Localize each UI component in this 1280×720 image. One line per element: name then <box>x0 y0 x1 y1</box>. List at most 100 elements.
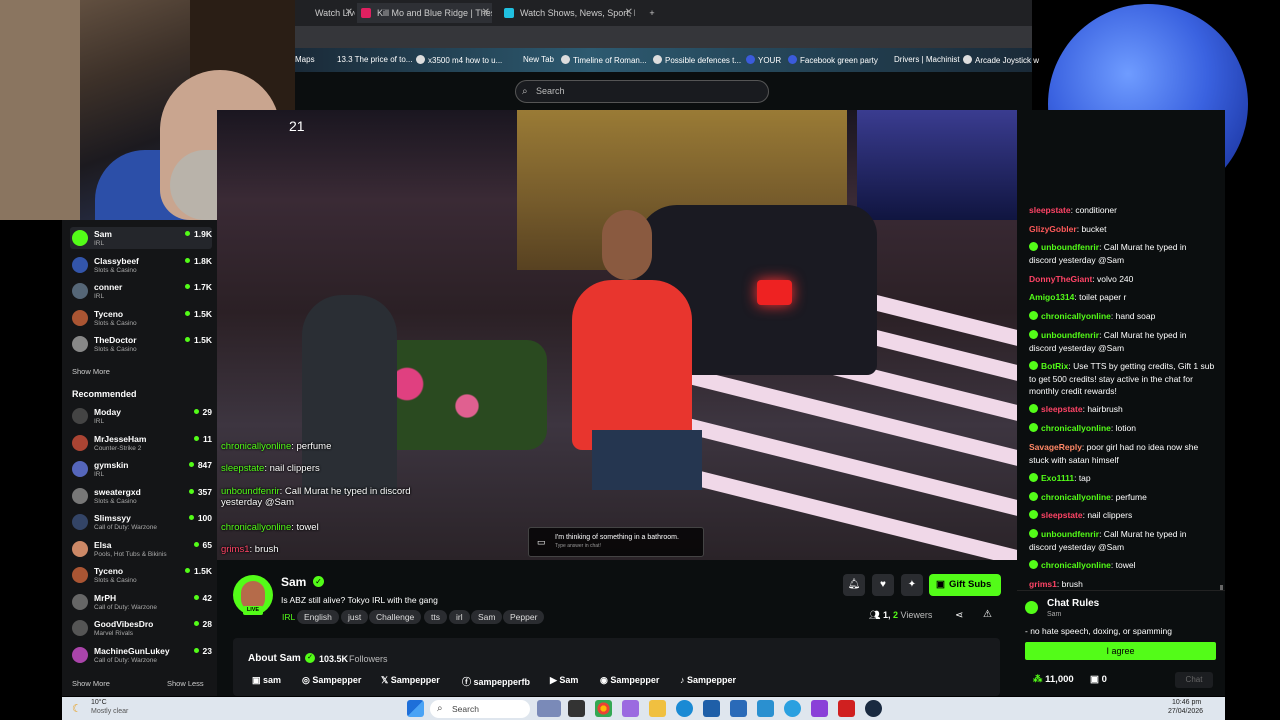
edge-icon[interactable] <box>676 700 693 717</box>
social-link-discord[interactable]: ◉ Sampepper <box>600 675 659 686</box>
stream-tag[interactable]: tts <box>424 610 447 624</box>
sidebar-channel[interactable]: Tyceno Slots & Casino 1.5K <box>70 564 212 586</box>
taskbar-search-input[interactable]: ⌕ Search <box>430 700 530 718</box>
mail-icon[interactable] <box>703 700 720 717</box>
weather-temp[interactable]: 10°C <box>91 699 107 706</box>
chat-username[interactable]: Amigo1314 <box>1029 292 1074 302</box>
channel-points[interactable]: ⁂ 11,000 <box>1033 674 1074 685</box>
close-icon[interactable]: ✕ <box>482 3 490 23</box>
sidebar-channel[interactable]: GoodVibesDro Marvel Rivals 28 <box>70 617 212 639</box>
chat-username[interactable]: unboundfenrir <box>1041 529 1099 539</box>
chrome-icon[interactable] <box>595 700 612 717</box>
bookmark-item[interactable]: Timeline of Roman... <box>561 55 647 65</box>
sidebar-channel[interactable]: MrPH Call of Duty: Warzone 42 <box>70 591 212 613</box>
badge-icon <box>1029 473 1038 482</box>
social-link-instagram[interactable]: ◎ Sampepper <box>302 675 361 686</box>
steam-icon[interactable] <box>865 700 882 717</box>
social-link-kick[interactable]: ▣ sam <box>252 675 281 686</box>
sidebar-channel[interactable]: Elsa Pools, Hot Tubs & Bikinis 65 <box>70 538 212 560</box>
chat-username[interactable]: chronicallyonline <box>1041 423 1111 433</box>
sidebar-channel[interactable]: sweatergxd Slots & Casino 357 <box>70 485 212 507</box>
chat-username[interactable]: unboundfenrir <box>1041 242 1099 252</box>
bookmark-item[interactable]: New Tab <box>523 55 554 64</box>
channel-name: TheDoctor <box>94 335 137 345</box>
social-link-tiktok[interactable]: ♪ Sampepper <box>680 675 736 685</box>
bookmark-item[interactable]: Facebook green party <box>788 55 878 65</box>
show-more-button[interactable]: Show More <box>72 367 110 376</box>
bookmark-item[interactable]: 13.3 The price of to... <box>337 55 412 64</box>
weather-desc[interactable]: Mostly clear <box>91 708 128 715</box>
bookmark-item[interactable]: Arcade Joystick w <box>963 55 1039 65</box>
chat-username[interactable]: chronicallyonline <box>1041 492 1111 502</box>
gift-subs-button[interactable]: ▣ Gift Subs <box>929 574 1001 596</box>
stream-tag[interactable]: irl <box>449 610 470 624</box>
show-more-button[interactable]: Show More <box>72 679 110 688</box>
chat-username[interactable]: sleepstate <box>1029 205 1071 215</box>
bookmark-item[interactable]: Drivers | Machinist <box>894 55 960 64</box>
chat-username[interactable]: GlizyGobler <box>1029 224 1077 234</box>
streamer-name[interactable]: Sam <box>281 575 306 589</box>
agree-button[interactable]: I agree <box>1025 642 1216 660</box>
sidebar-channel[interactable]: MachineGunLukey Call of Duty: Warzone 23 <box>70 644 212 666</box>
share-icon[interactable]: ⋖ <box>955 610 963 621</box>
bookmark-item[interactable]: x3500 m4 how to u... <box>416 55 502 65</box>
bookmark-item[interactable]: YOUR <box>746 55 781 65</box>
chat-username[interactable]: chronicallyonline <box>1041 560 1111 570</box>
chat-username[interactable]: DonnyTheGiant <box>1029 274 1092 284</box>
search-input[interactable]: ⌕ Search <box>515 80 769 103</box>
chat-username[interactable]: chronicallyonline <box>1041 311 1111 321</box>
social-link-facebook[interactable]: ⓕ sampepperfb <box>462 675 530 688</box>
chat-username[interactable]: unboundfenrir <box>1041 330 1099 340</box>
address-bar[interactable] <box>295 26 1032 48</box>
social-link-youtube[interactable]: ▶ Sam <box>550 675 578 686</box>
sidebar-channel[interactable]: Sam IRL 1.9K <box>70 227 212 249</box>
browser-tab[interactable]: Kill Mo and Blue Ridge | These ✕ <box>357 3 492 23</box>
clip-icon[interactable]: ✦ <box>901 574 923 596</box>
notification-bell-icon[interactable]: 🔔︎ <box>843 574 865 596</box>
chat-username[interactable]: Exo1111 <box>1041 473 1074 483</box>
store-icon[interactable] <box>730 700 747 717</box>
report-icon[interactable]: ⚠ <box>983 609 992 620</box>
chat-username[interactable]: BotRix <box>1041 361 1068 371</box>
stream-tag[interactable]: Challenge <box>369 610 422 624</box>
follow-heart-icon[interactable]: ♥ <box>872 574 894 596</box>
chat-username[interactable]: sleepstate <box>1041 510 1083 520</box>
clock-time[interactable]: 10:46 pm <box>1172 699 1201 706</box>
app-icon[interactable] <box>838 700 855 717</box>
stream-tag[interactable]: Pepper <box>503 610 545 624</box>
close-icon[interactable]: ✕ <box>345 3 353 23</box>
sidebar-channel[interactable]: conner IRL 1.7K <box>70 280 212 302</box>
stream-tag[interactable]: English <box>297 610 339 624</box>
chat-send-button[interactable]: Chat <box>1175 672 1213 688</box>
browser-tab[interactable]: Watch Live on✕ <box>295 3 355 23</box>
file-explorer-icon[interactable] <box>649 700 666 717</box>
app-icon[interactable] <box>622 700 639 717</box>
close-icon[interactable]: ✕ <box>625 3 633 23</box>
windows-start-icon[interactable] <box>407 700 424 717</box>
task-view-icon[interactable] <box>568 700 585 717</box>
bookmark-item[interactable]: Maps <box>295 55 315 64</box>
clock-date[interactable]: 27/04/2026 <box>1168 708 1203 715</box>
social-link-x[interactable]: 𝕏 Sampepper <box>381 675 440 686</box>
sidebar-channel[interactable]: Slimssyy Call of Duty: Warzone 100 <box>70 511 212 533</box>
sidebar-channel[interactable]: TheDoctor Slots & Casino 1.5K <box>70 333 212 355</box>
chat-username[interactable]: SavageReply <box>1029 442 1082 452</box>
telegram-icon[interactable] <box>784 700 801 717</box>
new-tab-button[interactable]: + <box>644 3 660 23</box>
sidebar-channel[interactable]: Moday IRL 29 <box>70 405 212 427</box>
sidebar-channel[interactable]: MrJesseHam Counter-Strike 2 11 <box>70 432 212 454</box>
sidebar-channel[interactable]: Tyceno Slots & Casino 1.5K <box>70 307 212 329</box>
sidebar-channel[interactable]: Classybeef Slots & Casino 1.8K <box>70 254 212 276</box>
stream-tag[interactable]: just <box>341 610 369 624</box>
chat-username[interactable]: sleepstate <box>1041 404 1083 414</box>
widget-icon[interactable] <box>537 700 561 717</box>
stream-tag[interactable]: Sam <box>471 610 503 624</box>
chat-username[interactable]: grims1 <box>1029 579 1057 589</box>
sidebar-channel[interactable]: gymskin IRL 847 <box>70 458 212 480</box>
browser-tab[interactable]: Watch Shows, News, Sport, Mo ✕ <box>500 3 635 23</box>
bookmark-item[interactable]: Possible defences t... <box>653 55 741 65</box>
calendar-icon[interactable] <box>757 700 774 717</box>
twitch-icon[interactable] <box>811 700 828 717</box>
show-less-button[interactable]: Show Less <box>167 679 204 688</box>
gifts-count[interactable]: ▣ 0 <box>1090 674 1107 685</box>
